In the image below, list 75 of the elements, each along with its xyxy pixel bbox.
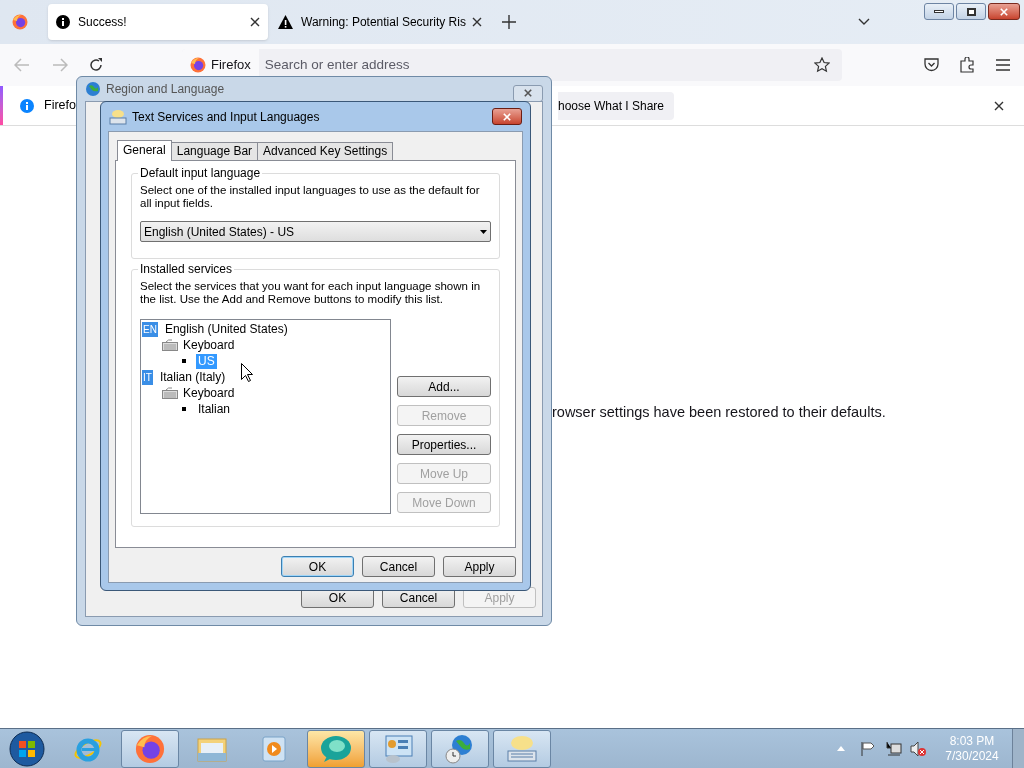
firefox-icon xyxy=(190,57,206,73)
restore-button[interactable] xyxy=(956,3,986,20)
dialog-tab[interactable]: General xyxy=(117,140,172,161)
identity-label: Firefox xyxy=(211,56,251,75)
reload-icon[interactable] xyxy=(88,57,104,73)
warning-icon xyxy=(278,15,293,29)
firefox-icon xyxy=(135,733,165,764)
notification-button[interactable]: hoose What I Share xyxy=(557,91,674,120)
tree-item[interactable]: Keyboard xyxy=(181,385,237,401)
globe-icon xyxy=(85,81,101,97)
taskbar-button[interactable] xyxy=(431,729,489,768)
address-input[interactable]: Search or enter address xyxy=(264,54,814,76)
keyboard-icon xyxy=(162,339,178,351)
chat-bubble-icon xyxy=(319,733,353,764)
browser-tab[interactable]: Warning: Potential Security Ris xyxy=(270,4,490,40)
star-icon[interactable] xyxy=(814,57,830,73)
window-title: Text Services and Input Languages xyxy=(132,108,320,126)
notification-text: Firefo xyxy=(44,97,76,115)
puzzle-icon[interactable] xyxy=(960,57,975,73)
taskbar-button[interactable] xyxy=(307,729,365,768)
dialog-button[interactable]: Apply xyxy=(443,556,516,577)
mouse-cursor-icon xyxy=(241,363,253,382)
dialog-button[interactable]: Cancel xyxy=(362,556,435,577)
taskbar-button[interactable] xyxy=(121,729,179,768)
tree-item[interactable]: Keyboard xyxy=(181,337,237,353)
info-icon xyxy=(56,15,70,29)
flag-icon[interactable] xyxy=(861,741,875,756)
close-button[interactable] xyxy=(492,108,522,125)
group-legend: Installed services xyxy=(138,262,235,276)
close-icon[interactable] xyxy=(524,89,532,97)
dropdown-arrow-icon xyxy=(480,229,487,234)
start-icon[interactable] xyxy=(9,730,45,767)
language-badge: IT xyxy=(142,369,153,385)
dialog-button[interactable]: OK xyxy=(281,556,354,577)
close-button[interactable] xyxy=(988,3,1020,20)
group-description: Select one of the installed input languages to use as the default for all input fields. xyxy=(140,184,481,210)
tree-item[interactable]: Italian xyxy=(196,401,233,417)
keyboard-icon xyxy=(109,108,127,125)
tab-title: Success! xyxy=(78,14,128,31)
control-panel-icon xyxy=(382,733,414,764)
window-title: Region and Language xyxy=(106,81,225,98)
pocket-icon[interactable] xyxy=(924,58,939,72)
keyboard-icon xyxy=(505,733,539,764)
keyboard-icon xyxy=(162,387,178,399)
dialog-tab[interactable]: Language Bar xyxy=(170,142,259,160)
tree-item[interactable]: Italian (Italy) xyxy=(157,369,228,385)
info-icon xyxy=(20,98,34,113)
network-icon[interactable] xyxy=(886,740,902,757)
taskbar-button[interactable] xyxy=(493,729,551,768)
tab-title: Warning: Potential Security Ris xyxy=(301,14,466,31)
language-badge: EN xyxy=(142,321,158,337)
browser-tab[interactable]: Success! xyxy=(48,4,268,40)
taskbar-button[interactable] xyxy=(369,729,427,768)
bullet-icon xyxy=(182,407,186,411)
tree-item[interactable]: English (United States) xyxy=(162,321,290,337)
dialog-tab[interactable]: Advanced Key Settings xyxy=(257,142,394,160)
group-legend: Default input language xyxy=(138,166,263,180)
chevron-down-icon[interactable] xyxy=(858,18,870,26)
close-button[interactable] xyxy=(513,84,543,102)
page-message: rowser settings have been restored to their defaults. xyxy=(552,403,887,422)
close-icon[interactable] xyxy=(994,100,1004,111)
firefox-icon xyxy=(12,14,28,30)
side-button[interactable]: Add... xyxy=(397,376,491,397)
close-icon[interactable] xyxy=(472,17,482,27)
group-description: Select the services that you want for each input language shown in the list. Use the Add and Remove buttons to modify this list. xyxy=(140,280,482,306)
language-dropdown[interactable]: English (United States) - US xyxy=(140,221,491,242)
muted-speaker-icon[interactable] xyxy=(910,740,926,757)
play-icon xyxy=(261,734,287,763)
address-bar[interactable]: Firefox Search or enter address xyxy=(182,49,842,81)
close-icon[interactable] xyxy=(250,17,260,27)
side-button[interactable]: Properties... xyxy=(397,434,491,455)
bullet-icon xyxy=(182,359,186,363)
minimize-button[interactable] xyxy=(924,3,954,20)
new-tab-icon[interactable] xyxy=(502,15,516,29)
menu-icon[interactable] xyxy=(996,59,1010,71)
